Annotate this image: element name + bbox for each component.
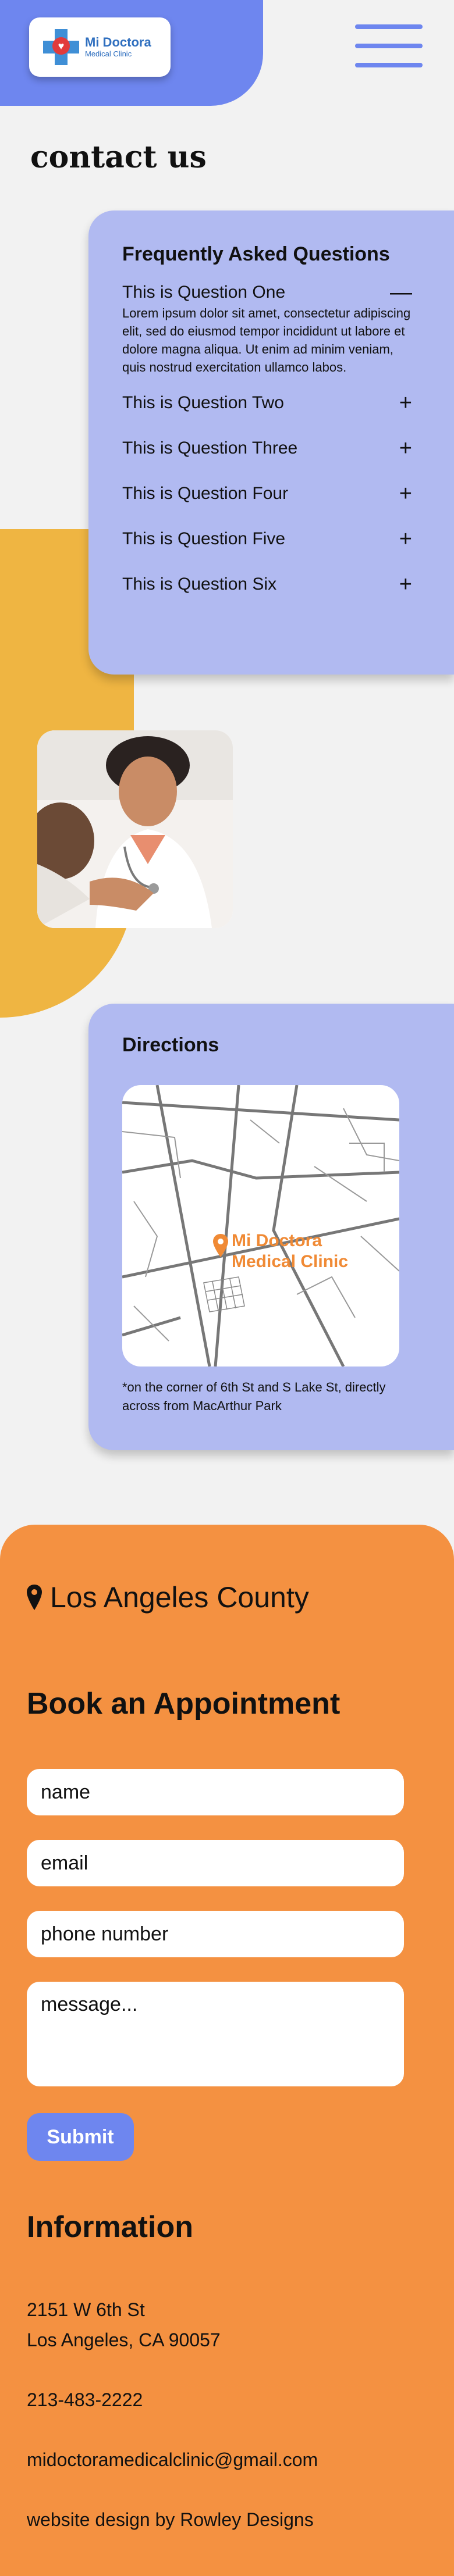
- directions-note: *on the corner of 6th St and S Lake St, …: [122, 1380, 386, 1413]
- map-pin-icon: [213, 1234, 228, 1257]
- information-title: Information: [27, 2210, 193, 2244]
- faq-item[interactable]: This is Question Two +: [122, 392, 419, 414]
- faq-answer: Lorem ipsum dolor sit amet, consectetur …: [122, 306, 411, 374]
- faq-item[interactable]: This is Question Five +: [122, 528, 419, 550]
- hamburger-menu-icon[interactable]: [355, 21, 423, 71]
- faq-item[interactable]: This is Question Four +: [122, 483, 419, 505]
- map-label-name: Mi Doctora: [232, 1231, 322, 1250]
- footer: Los Angeles County Book an Appointment S…: [0, 1525, 454, 2576]
- faq-question[interactable]: This is Question One: [122, 282, 419, 303]
- submit-button[interactable]: Submit: [27, 2113, 134, 2161]
- logo-subtitle: Medical Clinic: [85, 49, 132, 58]
- name-field[interactable]: [27, 1769, 404, 1815]
- email-link[interactable]: midoctoramedicalclinic@gmail.com: [27, 2445, 318, 2474]
- faq-question[interactable]: This is Question Four: [122, 483, 419, 504]
- expand-icon[interactable]: +: [399, 437, 412, 459]
- collapse-icon[interactable]: —: [390, 281, 412, 304]
- map[interactable]: Mi Doctora Medical Clinic: [122, 1085, 399, 1367]
- address-line-2: Los Angeles, CA 90057: [27, 2329, 221, 2350]
- doctor-patient-photo: [37, 730, 233, 928]
- faq-question[interactable]: This is Question Five: [122, 529, 419, 550]
- design-credit: website design by Rowley Designs: [27, 2509, 314, 2530]
- phone-number[interactable]: 213-483-2222: [27, 2385, 143, 2414]
- location: Los Angeles County: [27, 1580, 309, 1614]
- address-line-1: 2151 W 6th St: [27, 2299, 145, 2320]
- faq-question[interactable]: This is Question Two: [122, 393, 419, 413]
- faq-item[interactable]: This is Question Three +: [122, 437, 419, 459]
- map-label: Mi Doctora Medical Clinic: [232, 1230, 348, 1272]
- directions-title: Directions: [122, 1034, 219, 1056]
- faq-question[interactable]: This is Question Three: [122, 438, 419, 459]
- email-field[interactable]: [27, 1840, 404, 1886]
- map-streets: [122, 1085, 399, 1367]
- location-pin-icon: [27, 1585, 42, 1610]
- faq-title: Frequently Asked Questions: [122, 243, 390, 265]
- logo[interactable]: ♥ Mi Doctora Medical Clinic: [29, 17, 171, 77]
- location-text: Los Angeles County: [50, 1581, 309, 1614]
- faq-card: Frequently Asked Questions This is Quest…: [88, 210, 454, 675]
- clinic-cross-icon: ♥: [43, 29, 79, 65]
- logo-name: Mi Doctora: [85, 35, 151, 49]
- book-appointment-title: Book an Appointment: [27, 1687, 340, 1721]
- page-title: contact us: [30, 140, 207, 175]
- faq-item[interactable]: This is Question One — Lorem ipsum dolor…: [122, 281, 419, 376]
- message-field[interactable]: [27, 1982, 404, 2086]
- directions-card: Directions Mi Doctora Medical Clinic *on…: [88, 1004, 454, 1450]
- faq-item[interactable]: This is Question Six +: [122, 573, 419, 595]
- expand-icon[interactable]: +: [399, 483, 412, 505]
- expand-icon[interactable]: +: [399, 392, 412, 414]
- faq-question[interactable]: This is Question Six: [122, 574, 419, 595]
- expand-icon[interactable]: +: [399, 573, 412, 595]
- phone-field[interactable]: [27, 1911, 404, 1957]
- map-label-sub: Medical Clinic: [232, 1252, 349, 1271]
- expand-icon[interactable]: +: [399, 528, 412, 550]
